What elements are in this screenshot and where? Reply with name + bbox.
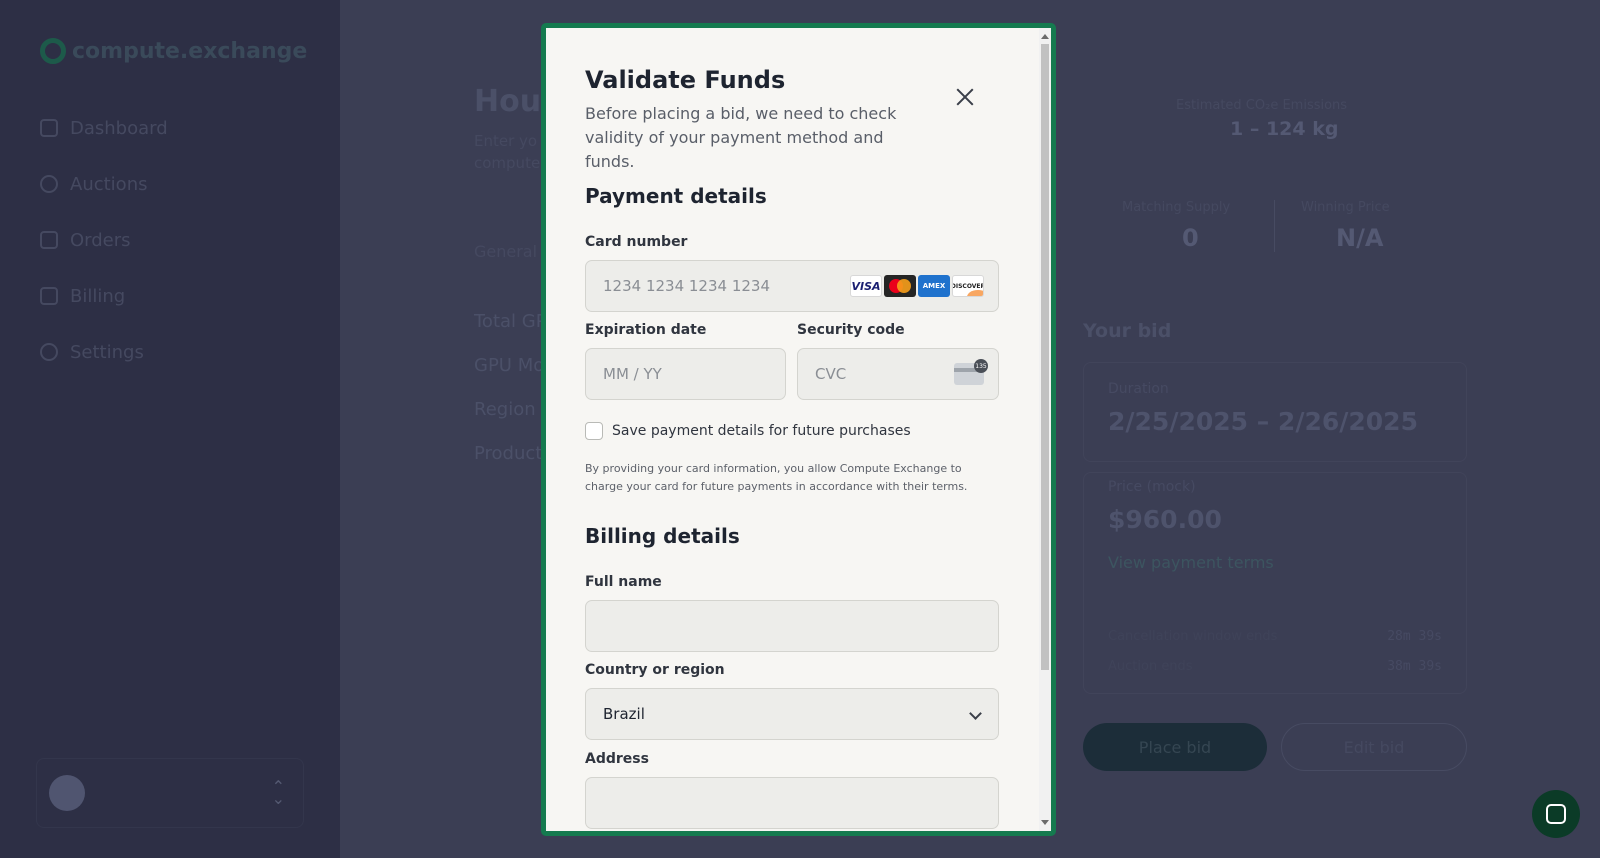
logo-text: compute.exchange: [72, 38, 308, 64]
logo[interactable]: compute.exchange: [40, 38, 307, 64]
grid-icon: [40, 119, 58, 137]
modal-scrollbar[interactable]: [1039, 28, 1051, 831]
field-label: Total GP: [474, 311, 547, 332]
winning-price-value: N/A: [1336, 224, 1384, 252]
duration-card: Duration 2/25/2025 – 2/26/2025: [1083, 362, 1467, 462]
winning-price-label: Winning Price: [1301, 200, 1390, 215]
amex-icon: AMEX: [918, 275, 950, 297]
list-icon: [40, 231, 58, 249]
billing-details-heading: Billing details: [585, 524, 740, 548]
view-payment-terms-link[interactable]: View payment terms: [1108, 553, 1274, 572]
visa-icon: VISA: [850, 275, 882, 297]
chat-icon: [1546, 804, 1566, 824]
payment-details-heading: Payment details: [585, 184, 767, 208]
clock-icon: [40, 175, 58, 193]
field-label: GPU Mo: [474, 355, 545, 376]
expiration-input[interactable]: MM / YY: [585, 348, 786, 400]
logo-icon: [40, 38, 66, 64]
sidebar-item-label: Auctions: [70, 173, 148, 195]
scroll-down-arrow-icon[interactable]: [1041, 820, 1049, 825]
save-payment-checkbox[interactable]: [585, 422, 603, 440]
cvc-card-icon: 135: [954, 359, 988, 385]
page-subtitle: Enter yo compute: [474, 132, 541, 172]
field-label: Region: [474, 399, 536, 420]
matching-supply-label: Matching Supply: [1122, 200, 1231, 215]
emissions-value: 1 – 124 kg: [1230, 118, 1339, 140]
card-number-placeholder: 1234 1234 1234 1234: [603, 277, 770, 295]
address-input[interactable]: [585, 777, 999, 829]
full-name-label: Full name: [585, 574, 662, 590]
save-payment-label[interactable]: Save payment details for future purchase…: [612, 423, 911, 439]
stat-divider: [1274, 200, 1275, 252]
field-label: Product: [474, 443, 543, 464]
matching-supply-value: 0: [1182, 224, 1199, 252]
sidebar-item-label: Orders: [70, 229, 131, 251]
sidebar-item-label: Dashboard: [70, 117, 168, 139]
discover-icon: DISCOVER: [952, 275, 984, 297]
auction-ends-row: Auction ends 38m 39s: [1108, 659, 1442, 674]
card-number-input[interactable]: 1234 1234 1234 1234 VISA AMEX DISCOVER: [585, 260, 999, 312]
validate-funds-modal: Validate Funds Before placing a bid, we …: [541, 23, 1056, 836]
scroll-thumb[interactable]: [1041, 44, 1049, 670]
price-value: $960.00: [1108, 505, 1222, 534]
scroll-up-arrow-icon[interactable]: [1041, 34, 1049, 39]
chevron-up-down-icon: ⌃ ⌄: [271, 777, 285, 808]
chat-button[interactable]: [1532, 790, 1580, 838]
modal-title: Validate Funds: [585, 66, 786, 94]
emissions-label: Estimated CO₂e Emissions: [1176, 98, 1348, 113]
edit-bid-button[interactable]: Edit bid: [1281, 723, 1467, 771]
sidebar-item-billing[interactable]: Billing: [40, 268, 168, 324]
expiration-placeholder: MM / YY: [603, 365, 662, 383]
card-brands: VISA AMEX DISCOVER: [850, 275, 984, 297]
user-menu[interactable]: ⌃ ⌄: [36, 758, 304, 828]
country-select[interactable]: Brazil: [585, 688, 999, 740]
tab-general[interactable]: General: [474, 242, 537, 261]
security-code-placeholder: CVC: [815, 365, 847, 383]
place-bid-button[interactable]: Place bid: [1083, 723, 1267, 771]
address-label: Address: [585, 751, 649, 767]
avatar: [49, 775, 85, 811]
price-label: Price (mock): [1108, 479, 1196, 495]
sidebar-item-label: Billing: [70, 285, 126, 307]
security-code-label: Security code: [797, 322, 905, 338]
country-value: Brazil: [603, 705, 645, 723]
security-code-input[interactable]: CVC 135: [797, 348, 999, 400]
cancellation-row: Cancellation window ends 28m 39s: [1108, 629, 1442, 644]
sidebar-item-label: Settings: [70, 341, 144, 363]
modal-description: Before placing a bid, we need to check v…: [585, 104, 897, 171]
receipt-icon: [40, 287, 58, 305]
card-number-label: Card number: [585, 234, 688, 250]
country-label: Country or region: [585, 662, 725, 678]
gear-icon: [40, 343, 58, 361]
legal-text: By providing your card information, you …: [585, 462, 968, 493]
sidebar-item-dashboard[interactable]: Dashboard: [40, 100, 168, 156]
duration-value: 2/25/2025 – 2/26/2025: [1108, 407, 1418, 436]
price-card: Price (mock) $960.00 View payment terms …: [1083, 472, 1467, 694]
close-icon[interactable]: [952, 84, 978, 110]
your-bid-heading: Your bid: [1083, 320, 1172, 342]
sidebar-item-orders[interactable]: Orders: [40, 212, 168, 268]
duration-label: Duration: [1108, 381, 1169, 397]
mastercard-icon: [884, 275, 916, 297]
sidebar-item-settings[interactable]: Settings: [40, 324, 168, 380]
cvc-badge: 135: [974, 359, 988, 373]
chevron-down-icon: [969, 707, 982, 720]
sidebar-nav: Dashboard Auctions Orders Billing Settin…: [40, 100, 168, 380]
full-name-input[interactable]: [585, 600, 999, 652]
sidebar-item-auctions[interactable]: Auctions: [40, 156, 168, 212]
sidebar: compute.exchange Dashboard Auctions Orde…: [0, 0, 340, 858]
expiration-label: Expiration date: [585, 322, 707, 338]
